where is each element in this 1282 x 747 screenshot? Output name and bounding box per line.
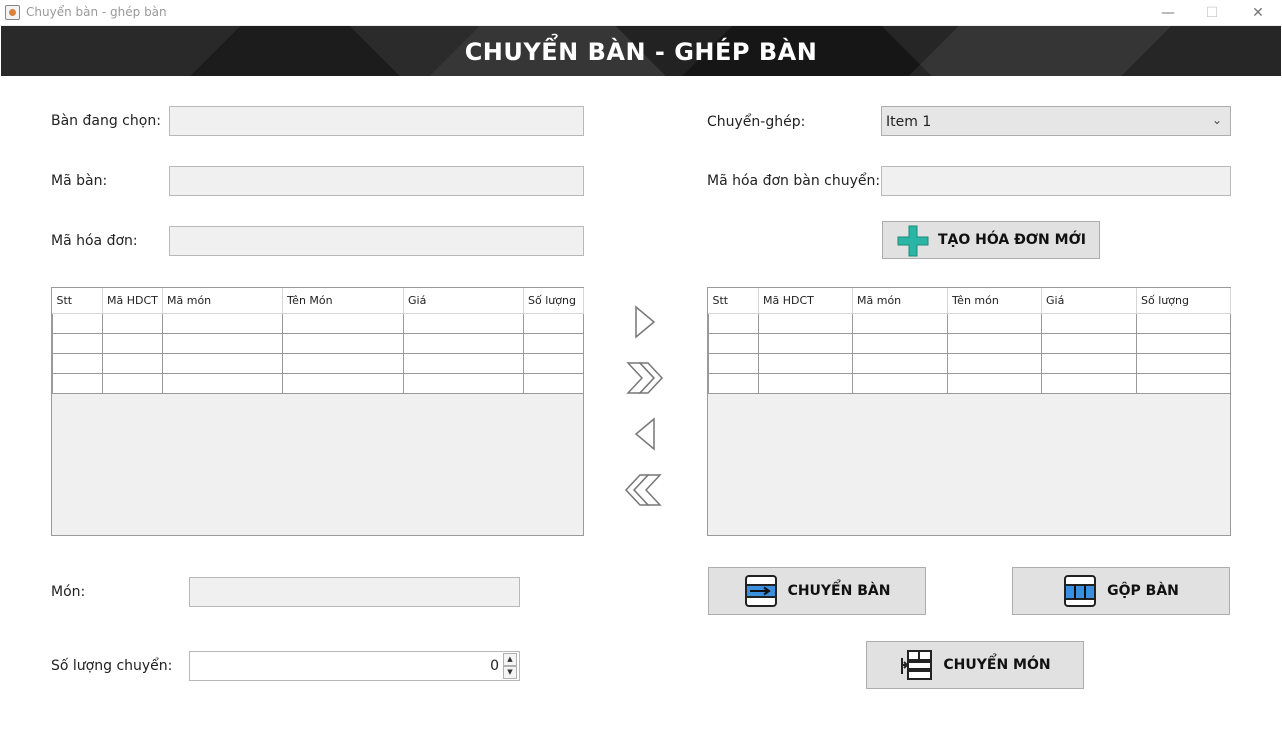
column-header[interactable]: Giá [403, 288, 524, 314]
table-row[interactable] [52, 312, 584, 334]
column-header[interactable]: Mã món [852, 288, 948, 314]
gop-ban-button[interactable]: GỘP BÀN [1012, 567, 1230, 615]
stepper-value: 0 [490, 658, 499, 674]
close-button[interactable]: ✕ [1246, 2, 1270, 24]
ma-hoa-don-chuyen-field[interactable] [881, 166, 1231, 196]
move-all-left-button[interactable] [624, 470, 664, 510]
chevron-left-icon [634, 417, 655, 451]
double-chevron-left-icon [624, 474, 662, 506]
table-row[interactable] [708, 312, 1231, 334]
table-row[interactable] [52, 372, 584, 394]
table-row[interactable] [52, 352, 584, 374]
gop-ban-label: GỘP BÀN [1107, 583, 1179, 599]
table-row[interactable] [52, 332, 584, 354]
chuyen-mon-button[interactable]: CHUYỂN MÓN [866, 641, 1084, 689]
column-header[interactable]: Stt [708, 288, 759, 314]
table-header-row: Stt Mã HDCT Mã món Tên món Giá Số lượng [708, 288, 1231, 314]
column-header[interactable]: Số lượng [1136, 288, 1231, 314]
header-banner: CHUYỂN BÀN - GHÉP BÀN [1, 26, 1281, 76]
ma-hoa-don-field[interactable] [169, 226, 584, 256]
so-luong-chuyen-stepper[interactable]: 0 ▲ ▼ [189, 651, 520, 681]
plus-icon [896, 224, 929, 257]
double-chevron-right-icon [626, 362, 664, 394]
table-header-row: Stt Mã HDCT Mã món Tên Món Giá Số lượng [52, 288, 584, 314]
column-header[interactable]: Mã HDCT [758, 288, 853, 314]
right-invoice-table[interactable]: Stt Mã HDCT Mã món Tên món Giá Số lượng [707, 287, 1231, 536]
minimize-button[interactable]: — [1156, 2, 1180, 24]
column-header[interactable]: Stt [52, 288, 103, 314]
ma-ban-field[interactable] [169, 166, 584, 196]
mon-label: Món: [51, 584, 86, 600]
move-one-left-button[interactable] [624, 414, 664, 454]
chuyen-ban-button[interactable]: CHUYỂN BÀN [708, 567, 926, 615]
stepper-buttons: ▲ ▼ [503, 653, 517, 679]
chuyen-ghep-label: Chuyển-ghép: [707, 114, 806, 130]
window-title: Chuyển bàn - ghép bàn [26, 5, 167, 19]
maximize-button[interactable]: ☐ [1200, 2, 1224, 24]
transfer-table-icon [744, 574, 778, 608]
column-header[interactable]: Tên Món [282, 288, 404, 314]
so-luong-chuyen-label: Số lượng chuyển: [51, 658, 173, 674]
dropdown-selected-value: Item 1 [886, 114, 932, 130]
chevron-down-icon: ⌄ [1211, 113, 1222, 127]
column-header[interactable]: Giá [1041, 288, 1137, 314]
column-header[interactable]: Mã HDCT [102, 288, 163, 314]
ma-hoa-don-label: Mã hóa đơn: [51, 233, 138, 249]
chuyen-ghep-dropdown[interactable]: Item 1 ⌄ [881, 106, 1231, 136]
chevron-right-icon [635, 305, 656, 339]
left-invoice-table[interactable]: Stt Mã HDCT Mã món Tên Món Giá Số lượng [51, 287, 584, 536]
move-item-icon [899, 648, 933, 682]
ban-dang-chon-label: Bàn đang chọn: [51, 113, 161, 129]
tao-hoa-don-moi-label: TẠO HÓA ĐƠN MỚI [937, 232, 1087, 248]
column-header[interactable]: Mã món [162, 288, 283, 314]
move-all-right-button[interactable] [624, 358, 664, 398]
ma-ban-label: Mã bàn: [51, 173, 108, 189]
java-app-icon [5, 5, 20, 20]
stepper-up-icon[interactable]: ▲ [503, 653, 517, 666]
table-row[interactable] [708, 372, 1231, 394]
chuyen-mon-label: CHUYỂN MÓN [943, 657, 1051, 673]
chuyen-ban-label: CHUYỂN BÀN [787, 583, 891, 599]
tao-hoa-don-moi-button[interactable]: TẠO HÓA ĐƠN MỚI [882, 221, 1100, 259]
page-title: CHUYỂN BÀN - GHÉP BÀN [464, 38, 818, 66]
column-header[interactable]: Tên món [947, 288, 1042, 314]
stepper-down-icon[interactable]: ▼ [503, 666, 517, 679]
table-row[interactable] [708, 332, 1231, 354]
window-titlebar: Chuyển bàn - ghép bàn — ☐ ✕ [0, 0, 1282, 26]
ma-hoa-don-chuyen-label: Mã hóa đơn bàn chuyển: [707, 173, 881, 189]
move-one-right-button[interactable] [624, 302, 664, 342]
mon-field[interactable] [189, 577, 520, 607]
ban-dang-chon-field[interactable] [169, 106, 584, 136]
column-header[interactable]: Số lượng [523, 288, 584, 314]
table-row[interactable] [708, 352, 1231, 374]
merge-table-icon [1063, 574, 1097, 608]
